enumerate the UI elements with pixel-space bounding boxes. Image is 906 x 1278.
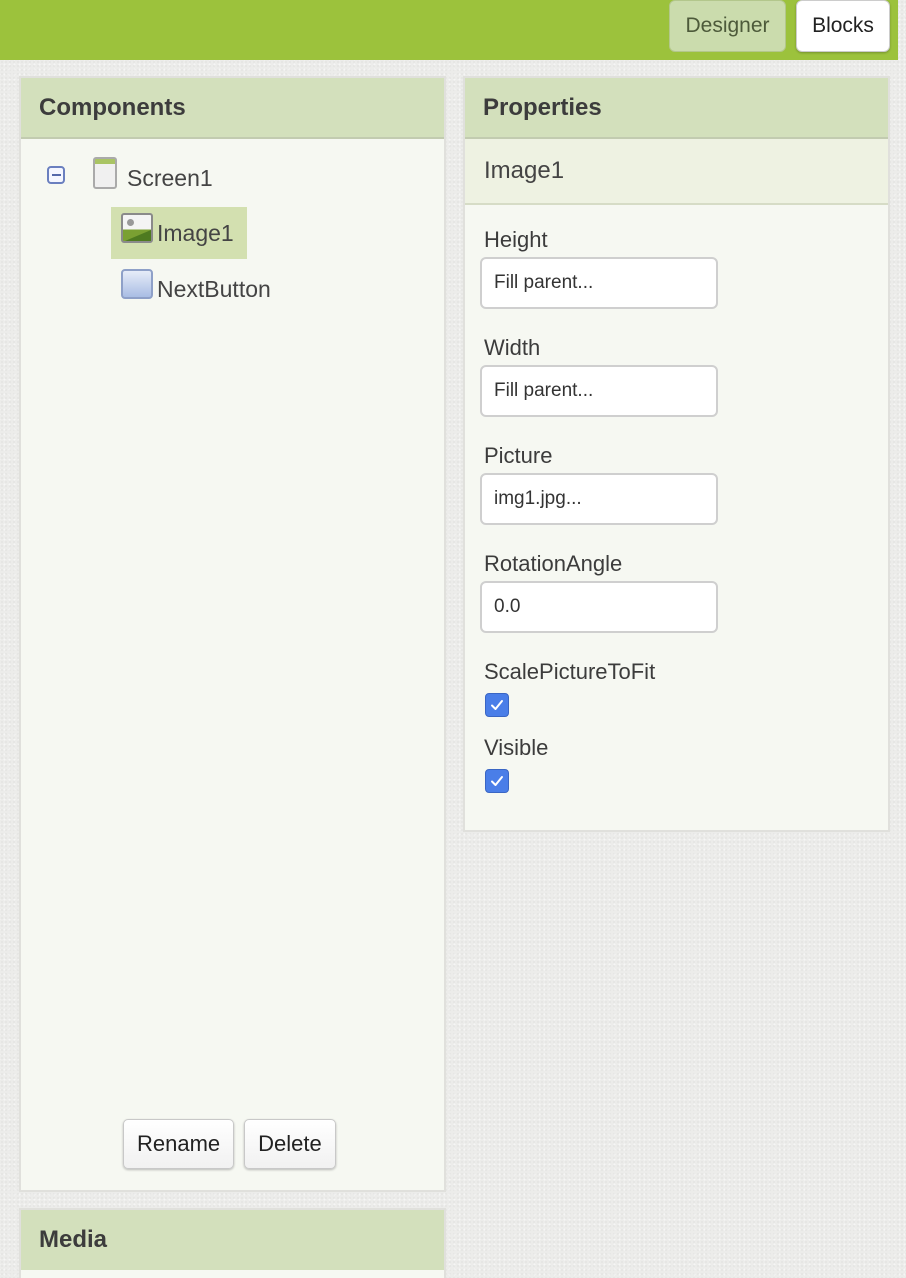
components-panel: Components Screen1 Image1 NextButton Ren… bbox=[19, 76, 446, 1192]
rotation-angle-field[interactable]: 0.0 bbox=[480, 581, 718, 633]
tree-node-image1[interactable]: Image1 bbox=[111, 207, 247, 259]
property-list: Height Fill parent... Width Fill parent.… bbox=[465, 205, 888, 793]
properties-header: Properties bbox=[465, 78, 888, 139]
tree-node-label: Image1 bbox=[157, 219, 234, 246]
properties-panel: Properties Image1 Height Fill parent... … bbox=[463, 76, 890, 832]
collapse-icon[interactable] bbox=[47, 166, 65, 184]
component-actions: Rename Delete bbox=[123, 1119, 336, 1169]
visible-label: Visible bbox=[484, 735, 549, 760]
checkmark-icon bbox=[491, 776, 503, 786]
tree-node-label: NextButton bbox=[157, 275, 271, 302]
button-icon bbox=[121, 269, 153, 299]
rename-button[interactable]: Rename bbox=[123, 1119, 235, 1169]
property-rotation-angle: RotationAngle 0.0 bbox=[480, 549, 888, 633]
scale-picture-to-fit-checkbox[interactable] bbox=[485, 693, 509, 717]
property-height: Height Fill parent... bbox=[480, 225, 888, 309]
width-field[interactable]: Fill parent... bbox=[480, 365, 718, 417]
height-label: Height bbox=[484, 227, 548, 252]
components-header: Components bbox=[21, 78, 444, 139]
property-visible: Visible bbox=[484, 733, 888, 793]
rotation-angle-label: RotationAngle bbox=[484, 551, 623, 576]
scale-picture-to-fit-label: ScalePictureToFit bbox=[484, 659, 656, 684]
tree-node-nextbutton[interactable]: NextButton bbox=[111, 263, 271, 315]
image-icon bbox=[121, 213, 153, 243]
property-picture: Picture img1.jpg... bbox=[480, 441, 888, 525]
picture-field[interactable]: img1.jpg... bbox=[480, 473, 718, 525]
media-panel: Media bbox=[19, 1208, 446, 1278]
blocks-button[interactable]: Blocks bbox=[796, 0, 890, 52]
height-field[interactable]: Fill parent... bbox=[480, 257, 718, 309]
picture-label: Picture bbox=[484, 443, 553, 468]
checkmark-icon bbox=[491, 700, 503, 710]
property-scale-picture-to-fit: ScalePictureToFit bbox=[484, 657, 888, 717]
delete-button[interactable]: Delete bbox=[244, 1119, 336, 1169]
tree-node-screen1[interactable]: Screen1 bbox=[93, 157, 213, 198]
designer-button[interactable]: Designer bbox=[669, 0, 786, 52]
selected-component-name: Image1 bbox=[465, 139, 888, 205]
top-toolbar: Designer Blocks bbox=[0, 0, 898, 60]
width-label: Width bbox=[484, 335, 541, 360]
property-width: Width Fill parent... bbox=[480, 333, 888, 417]
tree-node-label: Screen1 bbox=[127, 164, 213, 191]
media-header: Media bbox=[21, 1210, 444, 1270]
visible-checkbox[interactable] bbox=[485, 769, 509, 793]
screen-icon bbox=[93, 157, 117, 189]
